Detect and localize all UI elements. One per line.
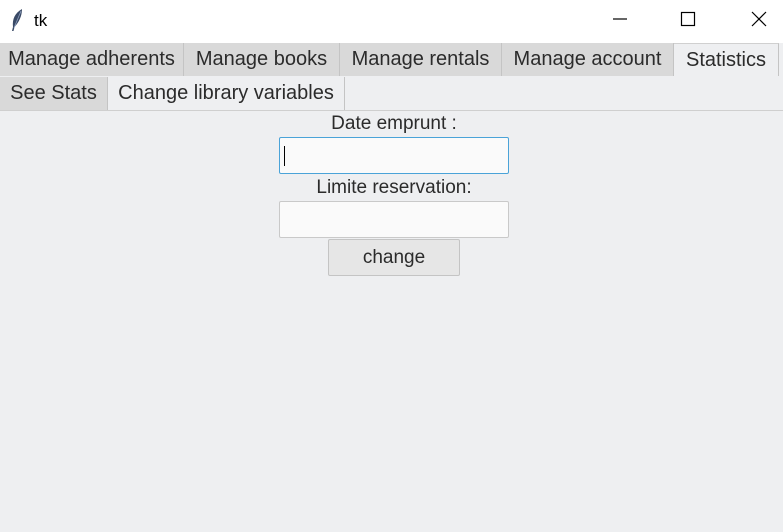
close-button[interactable] xyxy=(736,0,782,43)
subtab-see-stats[interactable]: See Stats xyxy=(0,77,108,110)
minimize-button[interactable] xyxy=(597,0,643,43)
date-emprunt-label: Date emprunt : xyxy=(331,113,457,134)
title-bar: tk xyxy=(0,0,783,43)
minimize-icon xyxy=(612,11,628,32)
sub-tab-bar: See Stats Change library variables xyxy=(0,77,783,111)
date-emprunt-input[interactable] xyxy=(279,137,509,174)
app-window: tk Manage adherents Manage books Manage … xyxy=(0,0,783,532)
feather-icon xyxy=(9,8,25,32)
tab-manage-account[interactable]: Manage account xyxy=(502,43,674,76)
maximize-button[interactable] xyxy=(665,0,711,43)
tab-manage-rentals[interactable]: Manage rentals xyxy=(340,43,502,76)
window-title: tk xyxy=(34,11,48,30)
main-tab-bar: Manage adherents Manage books Manage ren… xyxy=(0,43,783,77)
tab-manage-books[interactable]: Manage books xyxy=(184,43,340,76)
change-button[interactable]: change xyxy=(328,239,460,276)
tab-statistics[interactable]: Statistics xyxy=(674,43,779,76)
text-caret xyxy=(284,146,285,166)
subtab-change-library-variables[interactable]: Change library variables xyxy=(108,77,345,110)
limite-reservation-label: Limite reservation: xyxy=(316,177,472,198)
maximize-icon xyxy=(680,11,696,32)
close-icon xyxy=(751,11,767,32)
limite-reservation-input[interactable] xyxy=(279,201,509,238)
tab-manage-adherents[interactable]: Manage adherents xyxy=(0,43,184,76)
